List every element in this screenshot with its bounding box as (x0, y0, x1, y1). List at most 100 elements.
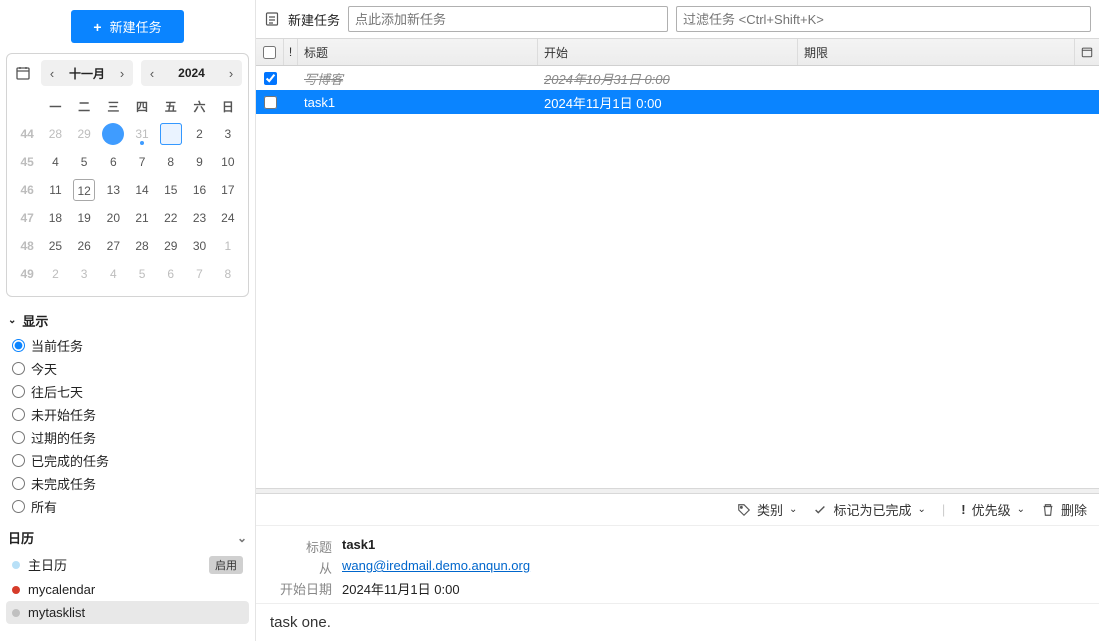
calendar-day[interactable]: 30 (185, 232, 213, 260)
calendar-day[interactable]: 19 (70, 204, 99, 232)
calendar-day[interactable]: 4 (41, 148, 69, 176)
week-number: 45 (13, 148, 41, 176)
calendar-day[interactable]: 6 (156, 260, 185, 288)
calendar-day[interactable]: 17 (214, 176, 242, 204)
calendar-day[interactable]: 24 (214, 204, 242, 232)
action-bar: 类别 ⌄ 标记为已完成 ⌄ | ! 优先级 ⌄ 删除 (256, 494, 1099, 526)
calendar-day[interactable]: 29 (156, 232, 185, 260)
calendar-day[interactable]: 15 (156, 176, 185, 204)
enable-badge[interactable]: 启用 (209, 556, 243, 574)
header-calendar-col[interactable] (1075, 39, 1099, 65)
calendar-day[interactable]: 8 (214, 260, 242, 288)
prev-year-button[interactable]: ‹ (141, 60, 163, 86)
add-task-input[interactable] (348, 6, 668, 32)
calendar-day[interactable]: 16 (185, 176, 213, 204)
check-icon (813, 503, 827, 517)
detail-from-value[interactable]: wang@iredmail.demo.anqun.org (342, 558, 530, 577)
calendar-day[interactable]: 7 (185, 260, 213, 288)
filter-option[interactable]: 当前任务 (12, 334, 249, 357)
calendar-color-dot (12, 609, 20, 617)
calendar-day[interactable]: 14 (128, 176, 156, 204)
task-checkbox[interactable] (264, 96, 277, 109)
mark-done-button[interactable]: 标记为已完成 ⌄ (813, 500, 925, 519)
calendar-section-label: 日历 (8, 528, 34, 547)
calendar-day[interactable]: 7 (128, 148, 156, 176)
header-checkbox[interactable] (263, 46, 276, 59)
new-task-button[interactable]: + 新建任务 (71, 10, 183, 43)
task-checkbox[interactable] (264, 72, 277, 85)
calendar-icon[interactable] (13, 63, 33, 83)
calendar-color-dot (12, 561, 20, 569)
calendar-day[interactable]: 6 (99, 148, 128, 176)
task-icon (264, 11, 280, 27)
task-title: task1 (298, 95, 538, 110)
calendar-day[interactable]: 23 (185, 204, 213, 232)
calendar-list-item[interactable]: mycalendar (6, 578, 249, 601)
plus-icon: + (93, 19, 101, 35)
calendar-day[interactable]: 26 (70, 232, 99, 260)
filter-task-input[interactable] (676, 6, 1091, 32)
new-task-label: 新建任务 (110, 17, 162, 36)
calendar-day[interactable]: 8 (156, 148, 185, 176)
separator: | (942, 502, 945, 517)
task-row[interactable]: task1 2024年11月1日 0:00 (256, 90, 1099, 114)
calendar-day[interactable]: 18 (41, 204, 69, 232)
next-month-button[interactable]: › (111, 60, 133, 86)
calendar-day[interactable]: 27 (99, 232, 128, 260)
calendar-list-item[interactable]: 主日历 启用 (6, 551, 249, 578)
filter-option[interactable]: 今天 (12, 357, 249, 380)
calendar-section-header[interactable]: 日历 ⌄ (8, 528, 247, 547)
calendar-day[interactable]: 31 (128, 120, 156, 148)
calendar-day[interactable]: 12 (70, 176, 99, 204)
calendar-day[interactable]: 13 (99, 176, 128, 204)
calendar-list-item[interactable]: mytasklist (6, 601, 249, 624)
calendar-day[interactable]: 1 (214, 232, 242, 260)
filter-option[interactable]: 已完成的任务 (12, 449, 249, 472)
header-title-col[interactable]: 标题 (298, 39, 538, 65)
calendar-day[interactable]: 28 (128, 232, 156, 260)
next-year-button[interactable]: › (220, 60, 242, 86)
filter-option[interactable]: 过期的任务 (12, 426, 249, 449)
filter-option[interactable]: 未开始任务 (12, 403, 249, 426)
prev-month-button[interactable]: ‹ (41, 60, 63, 86)
month-picker: ‹ 十一月 › (41, 60, 133, 86)
calendar-day[interactable]: 10 (214, 148, 242, 176)
calendar-day[interactable]: 3 (214, 120, 242, 148)
priority-button[interactable]: ! 优先级 ⌄ (961, 500, 1025, 519)
task-body: task one. (256, 603, 1099, 641)
calendar-day[interactable]: 21 (128, 204, 156, 232)
weekday-header: 三 (99, 92, 128, 120)
week-number: 46 (13, 176, 41, 204)
header-start-col[interactable]: 开始 (538, 39, 798, 65)
calendar-day[interactable]: 20 (99, 204, 128, 232)
filter-option[interactable]: 未完成任务 (12, 472, 249, 495)
filter-option[interactable]: 所有 (12, 495, 249, 518)
task-start: 2024年11月1日 0:00 (538, 93, 798, 112)
calendar-day[interactable]: 4 (99, 260, 128, 288)
calendar-day[interactable]: 3 (70, 260, 99, 288)
calendar-day[interactable]: 29 (70, 120, 99, 148)
calendar-day[interactable]: 22 (156, 204, 185, 232)
delete-button[interactable]: 删除 (1041, 500, 1087, 519)
calendar-day[interactable]: 1 (156, 120, 185, 148)
calendar-day[interactable]: 11 (41, 176, 69, 204)
calendar-day[interactable]: 2 (41, 260, 69, 288)
task-details: 标题 task1 从 wang@iredmail.demo.anqun.org … (256, 526, 1099, 603)
calendar-day[interactable]: 5 (128, 260, 156, 288)
show-section-header[interactable]: ⌄ 显示 (8, 311, 249, 330)
calendar-day[interactable]: 9 (185, 148, 213, 176)
calendar-day[interactable]: 2 (185, 120, 213, 148)
task-start: 2024年10月31日 0:00 (538, 69, 798, 88)
calendar-day[interactable]: 5 (70, 148, 99, 176)
header-priority-col[interactable]: ! (284, 39, 298, 65)
category-button[interactable]: 类别 ⌄ (737, 500, 797, 519)
calendar-day[interactable]: 25 (41, 232, 69, 260)
calendar-day[interactable]: 30 (99, 120, 128, 148)
calendar-day[interactable]: 28 (41, 120, 69, 148)
filter-option[interactable]: 往后七天 (12, 380, 249, 403)
chevron-down-icon: ⌄ (237, 531, 247, 545)
topbar-new-task-label: 新建任务 (288, 10, 340, 29)
header-checkbox-col[interactable] (256, 39, 284, 65)
task-row[interactable]: 写博客 2024年10月31日 0:00 (256, 66, 1099, 90)
header-end-col[interactable]: 期限 (798, 39, 1075, 65)
